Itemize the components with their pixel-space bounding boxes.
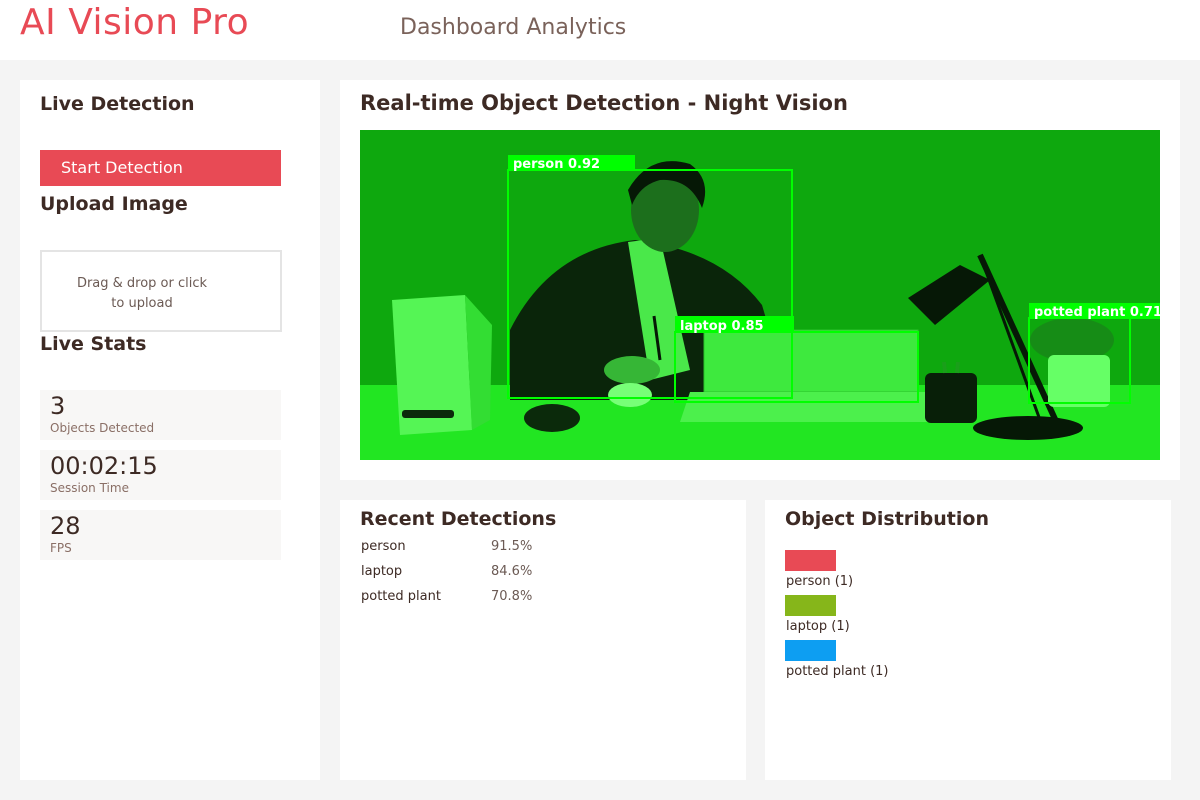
laptop-box-label: laptop 0.85 (680, 319, 764, 334)
detection-confidence: 84.6% (491, 564, 533, 579)
scene-pencil-cup (925, 373, 977, 423)
detection-title: Real-time Object Detection - Night Visio… (360, 91, 848, 115)
legend-label-laptop: laptop (1) (786, 619, 850, 634)
scene-file-holder-slot (402, 410, 454, 418)
sidebar: Live Detection Start Detection Upload Im… (20, 80, 320, 780)
legend-swatch-laptop (785, 595, 836, 616)
detection-confidence: 91.5% (491, 539, 533, 554)
legend-label-person: person (1) (786, 574, 854, 589)
upload-instructions: Drag & drop or click to upload (42, 274, 242, 314)
legend-swatch-person (785, 550, 836, 571)
scene-bowl (608, 383, 652, 407)
recent-detections-panel: Recent Detections person 91.5% laptop 84.6… (340, 500, 746, 780)
detection-name: laptop (361, 564, 403, 579)
app-logo[interactable]: AI Vision Pro (20, 2, 249, 43)
scene-laptop-screen (703, 329, 919, 393)
person-box-label: person 0.92 (513, 157, 600, 172)
stat-value: 3 (50, 392, 66, 420)
night-vision-feed[interactable]: person 0.92 laptop 0.85 potted plant 0.7… (360, 130, 1160, 460)
legend-swatch-potted-plant (785, 640, 836, 661)
scene-plant-pot (1048, 355, 1110, 407)
app-header: AI Vision Pro Dashboard Analytics (0, 0, 1200, 60)
list-item: person 91.5% (361, 539, 532, 554)
detection-name: person (361, 539, 406, 554)
list-item: laptop 84.6% (361, 564, 532, 579)
recent-detections-title: Recent Detections (360, 508, 557, 530)
detection-confidence: 70.8% (491, 589, 533, 604)
stat-card-fps: 28 FPS (40, 510, 281, 560)
upload-line-2: to upload (111, 296, 173, 311)
stat-card-session-time: 00:02:15 Session Time (40, 450, 281, 500)
page-title: Dashboard Analytics (400, 15, 627, 40)
list-item: potted plant 70.8% (361, 589, 532, 604)
stat-card-objects: 3 Objects Detected (40, 390, 281, 440)
scene-cup (524, 404, 580, 432)
live-stats-heading: Live Stats (40, 333, 147, 355)
scene-lamp-base (973, 416, 1083, 440)
upload-dropzone[interactable]: Drag & drop or click to upload (40, 250, 282, 332)
stat-value: 28 (50, 512, 81, 540)
legend-label-potted-plant: potted plant (1) (786, 664, 889, 679)
start-detection-button[interactable]: Start Detection (40, 150, 281, 186)
stat-label: FPS (50, 541, 72, 555)
detection-name: potted plant (361, 589, 441, 604)
plant-box-label: potted plant 0.71 (1034, 305, 1160, 320)
stat-label: Session Time (50, 481, 129, 495)
scene-laptop-base (680, 392, 940, 422)
object-distribution-panel: Object Distribution person (1) laptop (1… (765, 500, 1171, 780)
upload-image-heading: Upload Image (40, 193, 188, 215)
scene-person-hand (604, 356, 660, 384)
scene-pencil (955, 361, 960, 374)
detection-panel: Real-time Object Detection - Night Visio… (340, 80, 1180, 480)
scene-pencil (942, 361, 947, 374)
night-vision-scene: person 0.92 laptop 0.85 potted plant 0.7… (360, 130, 1160, 460)
stat-value: 00:02:15 (50, 452, 158, 480)
upload-line-1: Drag & drop or click (76, 276, 208, 291)
live-detection-heading: Live Detection (40, 93, 195, 115)
stat-label: Objects Detected (50, 421, 155, 435)
object-distribution-title: Object Distribution (785, 508, 989, 530)
